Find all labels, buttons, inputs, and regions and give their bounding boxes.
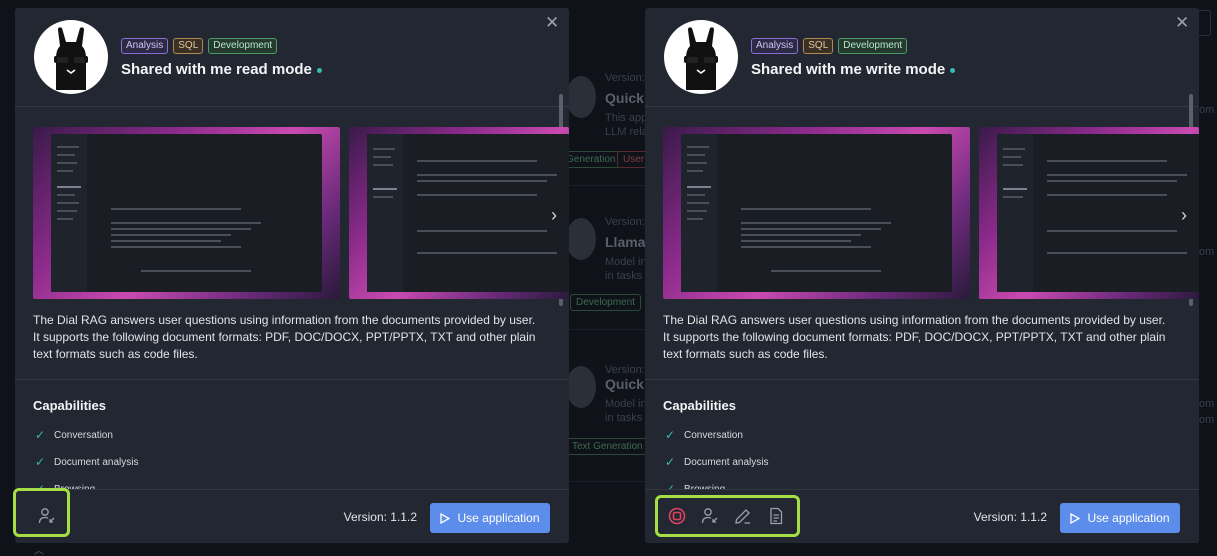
background-tag: Text Generation [566,438,649,455]
check-icon: ✓ [35,428,46,442]
screenshot-image [663,127,970,299]
background-card-title: Quick [605,90,644,106]
version-label: Version: 1.1.2 [973,510,1047,524]
play-icon [440,512,451,524]
modal-header: Analysis SQL Development Shared with me … [645,8,1199,107]
screenshot-carousel: › [663,127,1199,299]
background-card: Version: Quick Model int in tasks li [566,362,650,482]
tag-sql: SQL [803,38,834,54]
app-description: The Dial RAG answers user questions usin… [663,313,1166,361]
background-card-version: Version: [605,72,645,84]
capability-label: Conversation [684,429,743,441]
check-icon: ✓ [35,455,46,469]
divider [15,379,569,380]
capability-item: ✓ Document analysis [35,455,138,469]
application-modal-read: ✕ Analysis SQL Development Shared with m… [15,8,569,543]
capability-item: ✓ Conversation [35,428,113,442]
background-card-logo [566,218,596,260]
app-title-text: Shared with me write mode [751,61,946,78]
status-dot [316,67,322,73]
screenshot-image: › [349,127,569,299]
background-text: om [1199,246,1215,258]
background-card-version: Version: [605,216,645,228]
highlight-box [655,495,800,537]
capability-label: Document analysis [54,456,139,468]
tag-list: Analysis SQL Development [121,38,278,54]
app-title: Shared with me write mode [751,61,956,78]
chevron-right-icon[interactable]: › [1181,205,1187,226]
use-application-button[interactable]: Use application [430,503,550,533]
divider [645,379,1199,380]
app-title-text: Shared with me read mode [121,61,312,78]
tag-analysis: Analysis [121,38,169,54]
background-card-logo [566,76,596,118]
check-icon: ✓ [665,428,676,442]
application-modal-write: ✕ Analysis SQL Development Shared with m… [645,8,1199,543]
tag-sql: SQL [173,38,204,54]
app-logo [34,20,108,94]
background-card-version: Version: [605,364,645,376]
highlight-box [13,488,70,537]
play-icon [1070,512,1081,524]
check-icon: ✓ [665,455,676,469]
tag-analysis: Analysis [751,38,799,54]
modal-header: Analysis SQL Development Shared with me … [15,8,569,107]
version-label: Version: 1.1.2 [343,510,417,524]
capability-item: ✓ Document analysis [665,455,768,469]
background-card-title: Quick [605,376,644,392]
background-tag: Development [570,294,641,311]
app-description: The Dial RAG answers user questions usin… [33,313,536,361]
status-dot [950,67,956,73]
background-tag: Generation [560,151,622,168]
capability-item: ✓ Conversation [665,428,743,442]
chevron-right-icon[interactable]: › [551,205,557,226]
use-application-label: Use application [457,511,540,525]
use-application-label: Use application [1087,511,1170,525]
background-text: om [1199,414,1215,426]
screenshot-image: › [979,127,1199,299]
screenshot-carousel: › [33,127,569,299]
chevron-up-icon: ︿ [34,546,44,556]
modal-footer: Version: 1.1.2 Use application [15,489,569,543]
screenshot-image [33,127,340,299]
background-card-logo [566,366,596,408]
capabilities-title: Capabilities [33,398,106,413]
background-card-title: Llama [605,234,646,250]
capabilities-title: Capabilities [663,398,736,413]
capability-label: Document analysis [684,456,769,468]
background-text: om [1199,398,1215,410]
use-application-button[interactable]: Use application [1060,503,1180,533]
background-card: Version: Quick This app LLM rela [566,66,648,186]
background-card: Version: Llama Model int in tasks li [566,210,650,330]
capability-label: Conversation [54,429,113,441]
app-title: Shared with me read mode [121,61,322,78]
tag-development: Development [208,38,278,54]
tag-development: Development [838,38,908,54]
tag-list: Analysis SQL Development [751,38,908,54]
background-text: om [1199,104,1215,116]
app-logo [664,20,738,94]
